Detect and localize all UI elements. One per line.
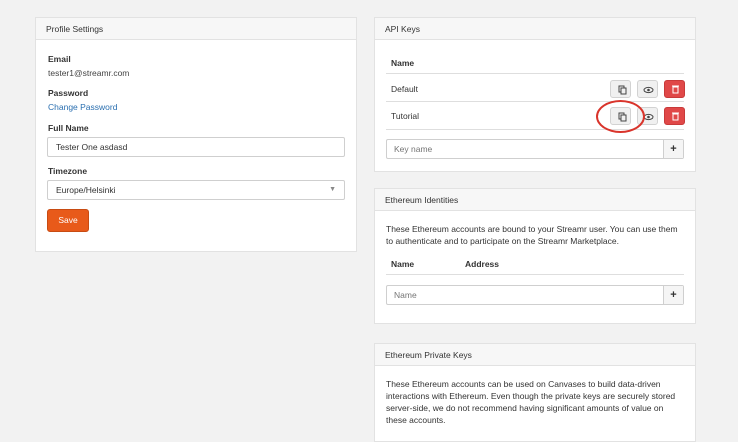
divider <box>386 129 684 130</box>
timezone-label: Timezone <box>48 166 88 176</box>
reveal-key-button[interactable] <box>637 80 658 98</box>
profile-settings-title: Profile Settings <box>36 18 356 40</box>
divider <box>386 101 684 102</box>
fullname-label: Full Name <box>48 123 89 133</box>
timezone-select[interactable]: Europe/Helsinki ▼ <box>47 180 345 200</box>
fullname-input[interactable]: Tester One asdasd <box>47 137 345 157</box>
api-keys-title: API Keys <box>375 18 695 40</box>
fullname-value: Tester One asdasd <box>56 142 128 152</box>
eye-icon <box>643 86 654 94</box>
ethereum-private-keys-panel: Ethereum Private Keys These Ethereum acc… <box>374 343 696 442</box>
chevron-down-icon: ▼ <box>329 186 336 193</box>
copy-icon <box>618 85 627 95</box>
delete-key-button[interactable] <box>664 80 685 98</box>
password-label: Password <box>48 88 89 98</box>
identities-address-header: Address <box>465 259 500 269</box>
ethereum-private-keys-title: Ethereum Private Keys <box>375 344 695 366</box>
identity-name-input[interactable] <box>387 286 663 304</box>
profile-settings-panel: Profile Settings Email tester1@streamr.c… <box>35 17 357 252</box>
email-value: tester1@streamr.com <box>48 68 130 78</box>
api-keys-panel: API Keys Name Default Tutorial + <box>374 17 696 172</box>
key-name-input-group: + <box>386 139 684 159</box>
divider <box>386 73 684 74</box>
ethereum-identities-panel: Ethereum Identities These Ethereum accou… <box>374 188 696 324</box>
key-name-input[interactable] <box>387 140 663 158</box>
copy-key-button[interactable] <box>610 80 631 98</box>
ethereum-identities-description: These Ethereum accounts are bound to you… <box>386 224 678 246</box>
timezone-value: Europe/Helsinki <box>56 185 116 195</box>
change-password-link[interactable]: Change Password <box>48 102 117 112</box>
email-label: Email <box>48 54 71 64</box>
delete-key-button[interactable] <box>664 107 685 125</box>
trash-icon <box>672 112 679 121</box>
save-button[interactable]: Save <box>47 209 89 232</box>
ethereum-private-keys-description: These Ethereum accounts can be used on C… <box>386 379 676 425</box>
divider <box>386 274 684 275</box>
api-keys-name-header: Name <box>391 58 415 68</box>
highlight-circle <box>596 100 645 133</box>
identities-name-header: Name <box>391 259 415 269</box>
api-key-name: Default <box>391 84 418 94</box>
add-key-button[interactable]: + <box>663 140 683 158</box>
ethereum-identities-title: Ethereum Identities <box>375 189 695 211</box>
api-key-name: Tutorial <box>391 111 420 121</box>
add-identity-button[interactable]: + <box>663 286 683 304</box>
trash-icon <box>672 85 679 94</box>
identity-name-input-group: + <box>386 285 684 305</box>
